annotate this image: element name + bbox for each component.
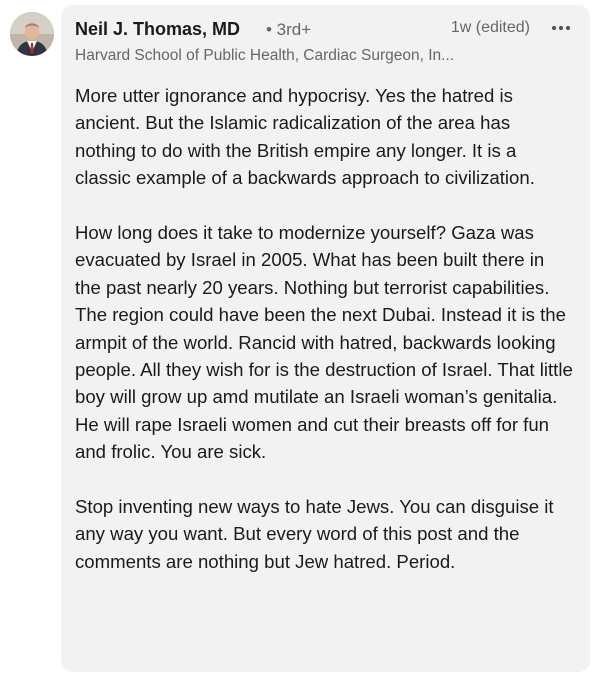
author-headline: Harvard School of Public Health, Cardiac… bbox=[75, 47, 455, 64]
comment-paragraph: Stop inventing new ways to hate Jews. Yo… bbox=[75, 496, 554, 572]
comment-paragraph: How long does it take to modernize yours… bbox=[75, 222, 573, 463]
author-name[interactable]: Neil J. Thomas, MD bbox=[75, 19, 240, 40]
comment-container: Neil J. Thomas, MD • 3rd+ 1w (edited) Ha… bbox=[0, 0, 597, 680]
avatar[interactable] bbox=[10, 12, 54, 56]
comment-header: Neil J. Thomas, MD • 3rd+ 1w (edited) bbox=[75, 17, 576, 43]
comment-timestamp: 1w (edited) bbox=[450, 19, 530, 36]
profile-photo-icon bbox=[10, 12, 54, 56]
comment-body: More utter ignorance and hypocrisy. Yes … bbox=[75, 82, 575, 575]
comment-paragraph: More utter ignorance and hypocrisy. Yes … bbox=[75, 85, 535, 189]
more-horizontal-icon bbox=[551, 25, 571, 31]
connection-degree: • 3rd+ bbox=[266, 20, 312, 39]
comment-bubble: Neil J. Thomas, MD • 3rd+ 1w (edited) Ha… bbox=[61, 5, 590, 672]
more-options-button[interactable] bbox=[546, 17, 576, 39]
